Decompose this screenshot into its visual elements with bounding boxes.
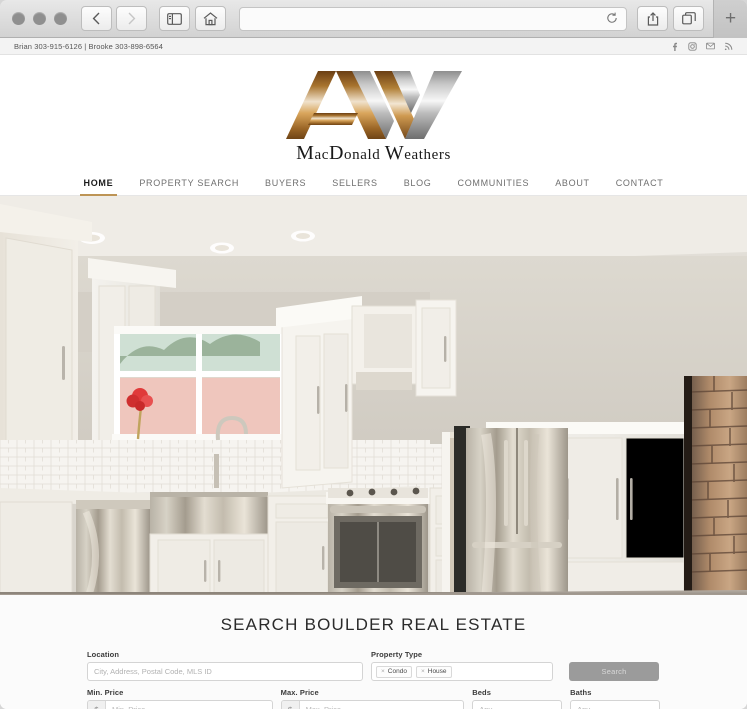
nav-item-sellers[interactable]: SELLERS xyxy=(319,175,390,195)
home-button[interactable] xyxy=(195,6,226,31)
new-tab-label: + xyxy=(724,7,737,29)
nav-item-blog[interactable]: BLOG xyxy=(391,175,445,195)
nav-item-property-search[interactable]: PROPERTY SEARCH xyxy=(126,175,252,195)
share-icon xyxy=(647,11,658,26)
site-logo[interactable]: MacDonald Weathers xyxy=(274,69,474,165)
tag-label: Condo xyxy=(387,668,407,675)
minimize-window-button[interactable] xyxy=(33,12,46,25)
address-bar[interactable] xyxy=(239,6,627,31)
location-label: Location xyxy=(87,650,120,659)
currency-addon-icon: $ xyxy=(88,701,106,709)
search-form-row-1: Location City, Address, Postal Code, MLS… xyxy=(87,650,660,681)
tabs-icon xyxy=(681,12,696,25)
kitchen-photo-illustration xyxy=(0,196,747,595)
property-type-field-group: Property Type × Condo × House xyxy=(371,650,553,681)
browser-window: + Brian 303-915-6126 | Brooke 303-898-65… xyxy=(0,0,747,709)
mw-monogram-icon xyxy=(285,71,462,139)
social-links xyxy=(670,41,733,51)
property-search-form: Location City, Address, Postal Code, MLS… xyxy=(87,650,661,709)
toolbar-right-actions: + xyxy=(637,0,747,38)
site-header: MacDonald Weathers HOME PROPERTY SEARCH … xyxy=(0,55,747,196)
property-type-tag-condo[interactable]: × Condo xyxy=(376,665,412,678)
sidebar-button[interactable] xyxy=(159,6,190,31)
home-icon xyxy=(203,11,218,25)
baths-input[interactable]: Any xyxy=(570,700,661,709)
min-price-placeholder: Min. Price xyxy=(106,705,145,709)
maximize-window-button[interactable] xyxy=(54,12,67,25)
property-type-input[interactable]: × Condo × House xyxy=(371,662,553,681)
location-field-group: Location City, Address, Postal Code, MLS… xyxy=(87,650,363,681)
forward-chevron-icon xyxy=(128,12,136,25)
beds-field-group: Beds Any xyxy=(472,688,563,709)
min-price-label: Min. Price xyxy=(87,688,124,697)
search-form-row-2: Min. Price $ Min. Price Max. Price $ Max… xyxy=(87,688,661,709)
reload-icon[interactable] xyxy=(606,12,618,26)
page-viewport: Brian 303-915-6126 | Brooke 303-898-6564 xyxy=(0,38,747,709)
nav-item-communities[interactable]: COMMUNITIES xyxy=(445,175,543,195)
brand-wordmark: MacDonald Weathers xyxy=(296,142,451,164)
beds-input[interactable]: Any xyxy=(472,700,563,709)
navigation-buttons xyxy=(81,6,151,31)
email-icon[interactable] xyxy=(706,42,715,51)
hero-image xyxy=(0,196,747,595)
remove-tag-icon[interactable]: × xyxy=(421,668,425,675)
instagram-icon[interactable] xyxy=(688,41,697,51)
baths-label: Baths xyxy=(570,688,592,697)
location-input[interactable]: City, Address, Postal Code, MLS ID xyxy=(87,662,363,681)
currency-addon-icon: $ xyxy=(281,701,300,709)
beds-label: Beds xyxy=(472,688,492,697)
show-tabs-button[interactable] xyxy=(673,6,704,31)
main-navigation: HOME PROPERTY SEARCH BUYERS SELLERS BLOG… xyxy=(0,175,747,196)
tag-label: House xyxy=(427,668,447,675)
new-tab-button[interactable]: + xyxy=(713,0,747,38)
max-price-field-group: Max. Price $ Max. Price xyxy=(280,688,465,709)
max-price-placeholder: Max. Price xyxy=(300,705,341,709)
facebook-icon[interactable] xyxy=(670,42,679,51)
rss-icon[interactable] xyxy=(724,42,733,51)
top-contact-bar: Brian 303-915-6126 | Brooke 303-898-6564 xyxy=(0,38,747,55)
share-button[interactable] xyxy=(637,6,668,31)
back-chevron-icon xyxy=(92,12,100,25)
max-price-input[interactable]: $ Max. Price xyxy=(280,700,465,709)
browser-toolbar: + xyxy=(0,0,747,38)
back-button[interactable] xyxy=(81,6,112,31)
min-price-field-group: Min. Price $ Min. Price xyxy=(87,688,273,709)
nav-item-home[interactable]: HOME xyxy=(71,175,127,196)
search-section-title: SEARCH BOULDER REAL ESTATE xyxy=(220,615,527,634)
remove-tag-icon[interactable]: × xyxy=(381,668,385,675)
contact-phone-numbers: Brian 303-915-6126 | Brooke 303-898-6564 xyxy=(14,41,163,51)
max-price-label: Max. Price xyxy=(280,688,319,697)
nav-item-buyers[interactable]: BUYERS xyxy=(252,175,319,195)
sidebar-icon xyxy=(167,12,182,25)
nav-item-contact[interactable]: CONTACT xyxy=(603,175,677,195)
baths-field-group: Baths Any xyxy=(570,688,661,709)
min-price-input[interactable]: $ Min. Price xyxy=(87,700,273,709)
property-search-section: SEARCH BOULDER REAL ESTATE Location City… xyxy=(0,595,747,709)
forward-button[interactable] xyxy=(116,6,147,31)
property-type-label: Property Type xyxy=(371,650,423,659)
property-type-tag-house[interactable]: × House xyxy=(415,665,452,678)
nav-item-about[interactable]: ABOUT xyxy=(542,175,603,195)
close-window-button[interactable] xyxy=(12,12,25,25)
window-controls xyxy=(12,12,67,25)
search-button[interactable]: Search xyxy=(569,662,659,681)
